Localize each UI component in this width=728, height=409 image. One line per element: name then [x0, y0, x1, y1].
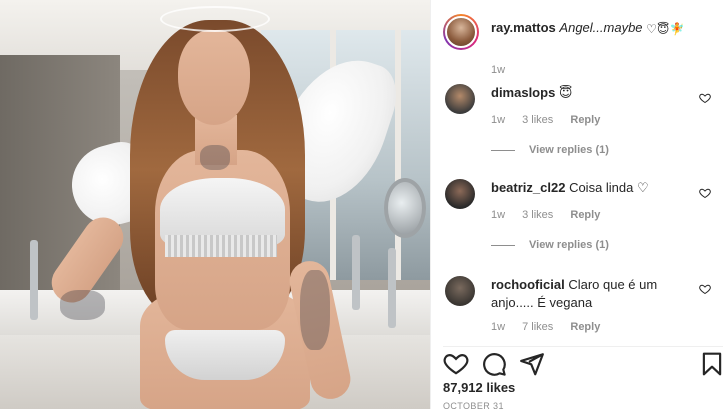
like-heart-icon[interactable]	[699, 283, 711, 295]
post-photo[interactable]	[0, 0, 430, 409]
faucet	[352, 235, 360, 310]
window-frame	[395, 30, 401, 280]
reply-button[interactable]: Reply	[570, 209, 600, 221]
fairy-emoji: 🧚	[669, 21, 685, 36]
tattoo	[200, 145, 230, 170]
commenter-username[interactable]: dimaslops	[491, 85, 555, 100]
author-avatar[interactable]	[443, 14, 479, 50]
action-bar	[443, 346, 725, 377]
top-band	[165, 235, 277, 257]
comment-body: Coisa linda ♡	[569, 180, 649, 195]
commenter-avatar[interactable]	[445, 276, 475, 306]
tattoo	[300, 270, 330, 350]
halo	[160, 6, 270, 32]
reply-button[interactable]: Reply	[570, 114, 600, 126]
commenter-username[interactable]: beatriz_cl22	[491, 180, 565, 195]
comment-text: rochooficial Claro que é um anjo..... É …	[491, 276, 696, 312]
face	[178, 30, 250, 125]
comment-body: 😇	[558, 85, 573, 100]
heart-icon[interactable]	[443, 351, 469, 377]
caption: Angel...maybe	[559, 20, 643, 35]
comments-panel: ray.mattos Angel...maybe ♡😇🧚 1w dimaslop…	[430, 0, 728, 409]
caption-time: 1w	[491, 64, 506, 76]
likes-count[interactable]: 87,912 likes	[443, 380, 515, 395]
comment-time: 1w	[491, 209, 506, 221]
commenter-avatar[interactable]	[445, 84, 475, 114]
tattoo	[60, 290, 105, 320]
comment-likes[interactable]: 7 likes	[522, 321, 553, 333]
share-icon[interactable]	[519, 351, 545, 377]
comment-text: beatriz_cl22 Coisa linda ♡	[491, 179, 696, 197]
heart-emoji: ♡	[646, 21, 657, 36]
like-heart-icon[interactable]	[699, 187, 711, 199]
author-username[interactable]: ray.mattos	[491, 20, 556, 35]
comment-likes[interactable]: 3 likes	[522, 114, 553, 126]
angel-emoji: 😇	[656, 21, 670, 36]
view-replies[interactable]: View replies (1)	[491, 144, 609, 156]
view-replies[interactable]: View replies (1)	[491, 239, 609, 251]
caption-text: ray.mattos Angel...maybe ♡😇🧚	[491, 20, 721, 37]
comment-meta: 1w 3 likes Reply	[491, 209, 614, 221]
post-date: OCTOBER 31	[443, 401, 504, 409]
comment-time: 1w	[491, 321, 506, 333]
round-mirror	[384, 178, 426, 238]
comment-meta: 1w 7 likes Reply	[491, 321, 614, 333]
bottom	[165, 330, 285, 380]
like-heart-icon[interactable]	[699, 92, 711, 104]
commenter-username[interactable]: rochooficial	[491, 277, 565, 292]
comment-time: 1w	[491, 114, 506, 126]
comment-likes[interactable]: 3 likes	[522, 209, 553, 221]
comment-text: dimaslops 😇	[491, 84, 696, 102]
comment-icon[interactable]	[481, 351, 507, 377]
reply-button[interactable]: Reply	[570, 321, 600, 333]
commenter-avatar[interactable]	[445, 179, 475, 209]
bookmark-icon[interactable]	[699, 351, 725, 377]
comment-meta: 1w 3 likes Reply	[491, 114, 614, 126]
faucet	[30, 240, 38, 320]
faucet	[388, 248, 396, 328]
